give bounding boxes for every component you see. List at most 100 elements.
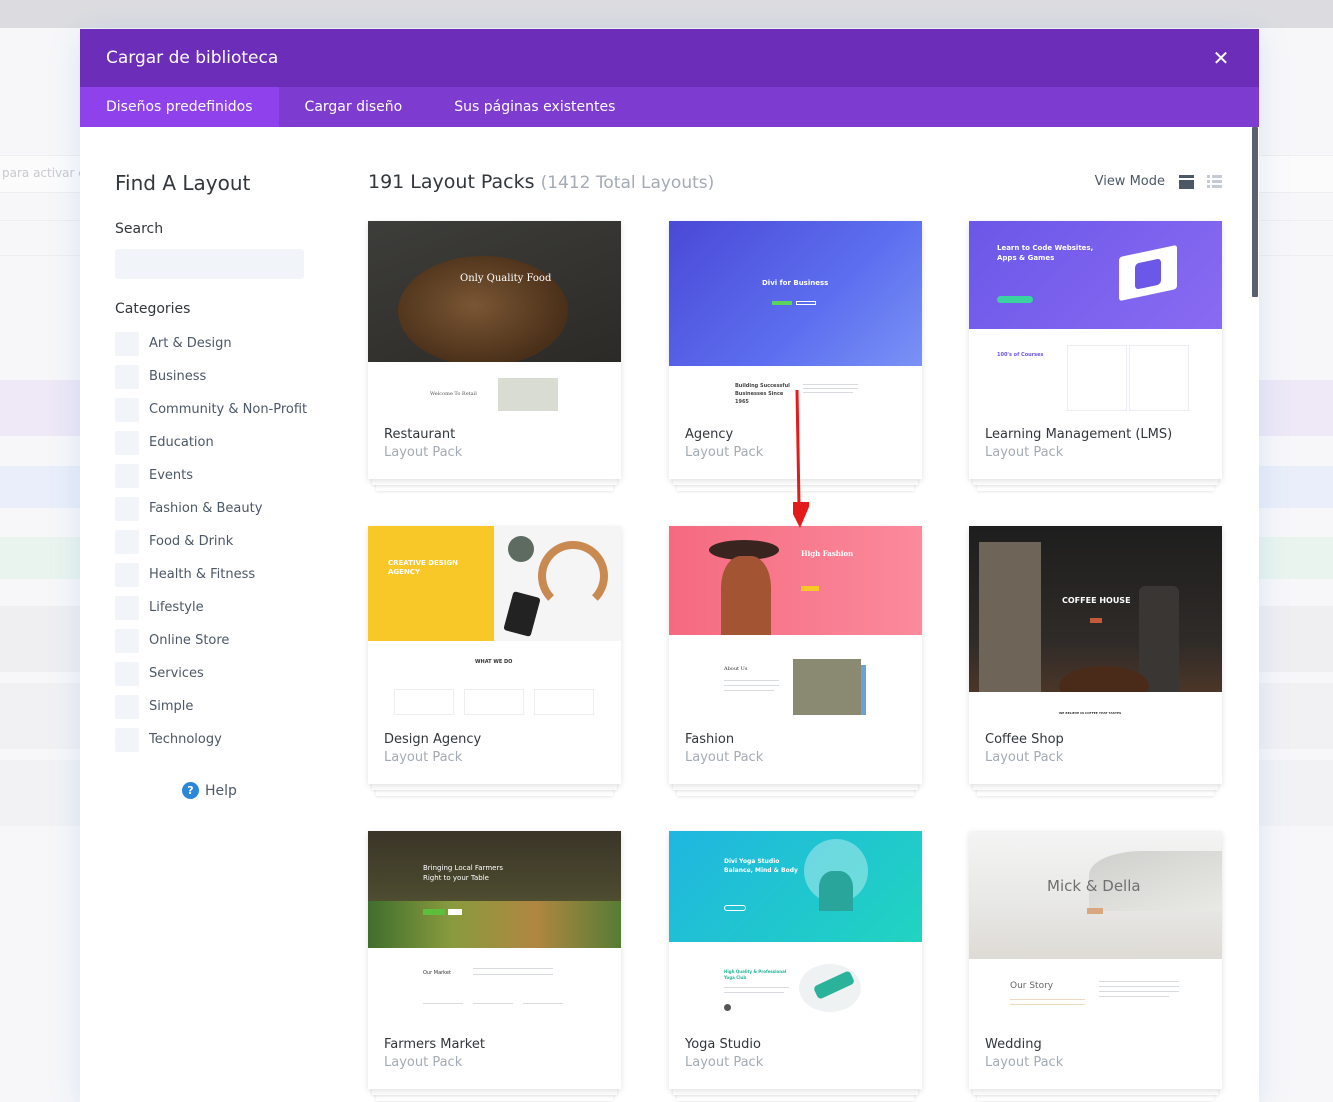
tab-predefined-layouts[interactable]: Diseños predefinidos (80, 87, 279, 127)
category-label: Lifestyle (149, 600, 204, 615)
card-name: Fashion (685, 732, 735, 747)
card-name: Coffee Shop (985, 732, 1064, 747)
layout-card-design-agency[interactable]: CREATIVE DESIGN AGENCY WHAT WE DO Design… (368, 526, 621, 796)
search-input[interactable] (115, 249, 304, 279)
category-label: Art & Design (149, 336, 232, 351)
layout-card-fashion[interactable]: High Fashion About Us Fashion Layout Pac… (669, 526, 922, 796)
category-online-store[interactable]: Online Store (115, 624, 307, 657)
view-mode-switcher: View Mode (1095, 174, 1222, 189)
category-checkbox[interactable] (115, 694, 139, 719)
card-thumbnail: Divi Yoga Studio Balance, Mind & Body Hi… (669, 831, 922, 1024)
library-modal: Cargar de biblioteca ✕ Diseños predefini… (80, 29, 1259, 1102)
view-mode-label: View Mode (1094, 174, 1165, 189)
card-type: Layout Pack (985, 445, 1064, 460)
category-checkbox[interactable] (115, 331, 139, 356)
browser-bar (0, 0, 1333, 28)
category-services[interactable]: Services (115, 657, 307, 690)
category-label: Services (149, 666, 204, 681)
category-food-drink[interactable]: Food & Drink (115, 525, 307, 558)
category-label: Education (149, 435, 214, 450)
category-art-design[interactable]: Art & Design (115, 327, 307, 360)
modal-header: Cargar de biblioteca ✕ (80, 29, 1259, 87)
modal-scrollbar[interactable] (1252, 127, 1258, 297)
card-thumbnail: Learn to Code Websites, Apps & Games 100… (969, 221, 1222, 414)
category-checkbox[interactable] (115, 661, 139, 686)
sidebar-title: Find A Layout (115, 171, 251, 195)
card-name: Wedding (985, 1037, 1042, 1052)
close-icon[interactable]: ✕ (1209, 46, 1233, 70)
card-type: Layout Pack (985, 1055, 1064, 1070)
layout-card-restaurant[interactable]: Only Quality Food Welcome To Retail Rest… (368, 221, 621, 491)
card-thumbnail: CREATIVE DESIGN AGENCY WHAT WE DO (368, 526, 621, 719)
card-name: Design Agency (384, 732, 482, 747)
layout-card-wedding[interactable]: Mick & Della Our Story Wedding Layout Pa… (969, 831, 1222, 1101)
categories-label: Categories (115, 301, 191, 317)
category-checkbox[interactable] (115, 595, 139, 620)
card-name: Learning Management (LMS) (985, 427, 1173, 442)
category-checkbox[interactable] (115, 430, 139, 455)
category-checkbox[interactable] (115, 496, 139, 521)
background-input-text: para activar es (2, 166, 92, 180)
card-type: Layout Pack (384, 1055, 463, 1070)
list-view-icon[interactable] (1207, 174, 1222, 189)
card-name: Restaurant (384, 427, 456, 442)
card-type: Layout Pack (384, 445, 463, 460)
category-lifestyle[interactable]: Lifestyle (115, 591, 307, 624)
card-name: Farmers Market (384, 1037, 485, 1052)
layout-packs-count: 191 Layout Packs (368, 171, 535, 193)
total-layouts-count: (1412 Total Layouts) (540, 173, 715, 193)
category-simple[interactable]: Simple (115, 690, 307, 723)
tab-upload-layout[interactable]: Cargar diseño (279, 87, 429, 127)
card-thumbnail: Divi for Business Building Successful Bu… (669, 221, 922, 414)
layout-packs-heading: 191 Layout Packs (1412 Total Layouts) (368, 171, 714, 193)
category-education[interactable]: Education (115, 426, 307, 459)
category-checkbox[interactable] (115, 727, 139, 752)
grid-view-icon[interactable] (1179, 174, 1194, 189)
card-type: Layout Pack (985, 750, 1064, 765)
category-checkbox[interactable] (115, 397, 139, 422)
layout-card-farmers-market[interactable]: Bringing Local Farmers Right to your Tab… (368, 831, 621, 1101)
arrow-annotation (793, 390, 809, 528)
category-technology[interactable]: Technology (115, 723, 307, 756)
search-label: Search (115, 221, 164, 237)
help-link[interactable]: ? Help (182, 782, 237, 799)
category-community[interactable]: Community & Non-Profit (115, 393, 307, 426)
category-checkbox[interactable] (115, 529, 139, 554)
layout-card-yoga-studio[interactable]: Divi Yoga Studio Balance, Mind & Body Hi… (669, 831, 922, 1101)
modal-title: Cargar de biblioteca (106, 48, 279, 68)
modal-tabs: Diseños predefinidos Cargar diseño Sus p… (80, 87, 1259, 127)
tab-existing-pages[interactable]: Sus páginas existentes (428, 87, 641, 127)
category-checkbox[interactable] (115, 364, 139, 389)
layout-card-lms[interactable]: Learn to Code Websites, Apps & Games 100… (969, 221, 1222, 491)
category-health-fitness[interactable]: Health & Fitness (115, 558, 307, 591)
category-label: Technology (149, 732, 222, 747)
card-type: Layout Pack (685, 750, 764, 765)
category-checkbox[interactable] (115, 628, 139, 653)
card-thumbnail: COFFEE HOUSE WE BELIEVE IN COFFEE THAT T… (969, 526, 1222, 719)
category-label: Simple (149, 699, 194, 714)
card-type: Layout Pack (685, 445, 764, 460)
category-business[interactable]: Business (115, 360, 307, 393)
card-thumbnail: Only Quality Food Welcome To Retail (368, 221, 621, 414)
card-name: Yoga Studio (685, 1037, 761, 1052)
help-icon: ? (182, 782, 199, 799)
category-label: Fashion & Beauty (149, 501, 263, 516)
category-label: Events (149, 468, 194, 483)
category-list: Art & Design Business Community & Non-Pr… (115, 327, 307, 756)
category-label: Food & Drink (149, 534, 234, 549)
category-label: Health & Fitness (149, 567, 256, 582)
card-thumbnail: Mick & Della Our Story (969, 831, 1222, 1024)
category-events[interactable]: Events (115, 459, 307, 492)
category-fashion-beauty[interactable]: Fashion & Beauty (115, 492, 307, 525)
category-checkbox[interactable] (115, 463, 139, 488)
card-type: Layout Pack (384, 750, 463, 765)
card-type: Layout Pack (685, 1055, 764, 1070)
category-checkbox[interactable] (115, 562, 139, 587)
card-name: Agency (685, 427, 734, 442)
category-label: Business (149, 369, 207, 384)
help-label: Help (205, 782, 237, 799)
card-thumbnail: Bringing Local Farmers Right to your Tab… (368, 831, 621, 1024)
category-label: Community & Non-Profit (149, 402, 308, 417)
card-thumbnail: High Fashion About Us (669, 526, 922, 719)
layout-card-coffee-shop[interactable]: COFFEE HOUSE WE BELIEVE IN COFFEE THAT T… (969, 526, 1222, 796)
